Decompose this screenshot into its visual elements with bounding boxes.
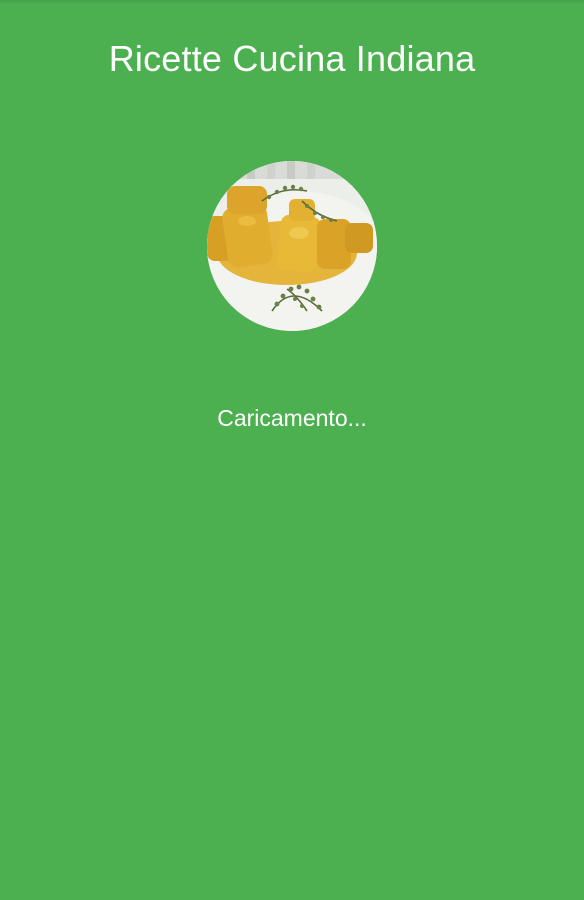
app-logo [207, 161, 377, 331]
loading-text: Caricamento... [217, 405, 367, 431]
app-title: Ricette Cucina Indiana [108, 38, 476, 79]
status-bar-shadow [0, 0, 584, 4]
chicken-curry-dish-icon [207, 161, 377, 331]
